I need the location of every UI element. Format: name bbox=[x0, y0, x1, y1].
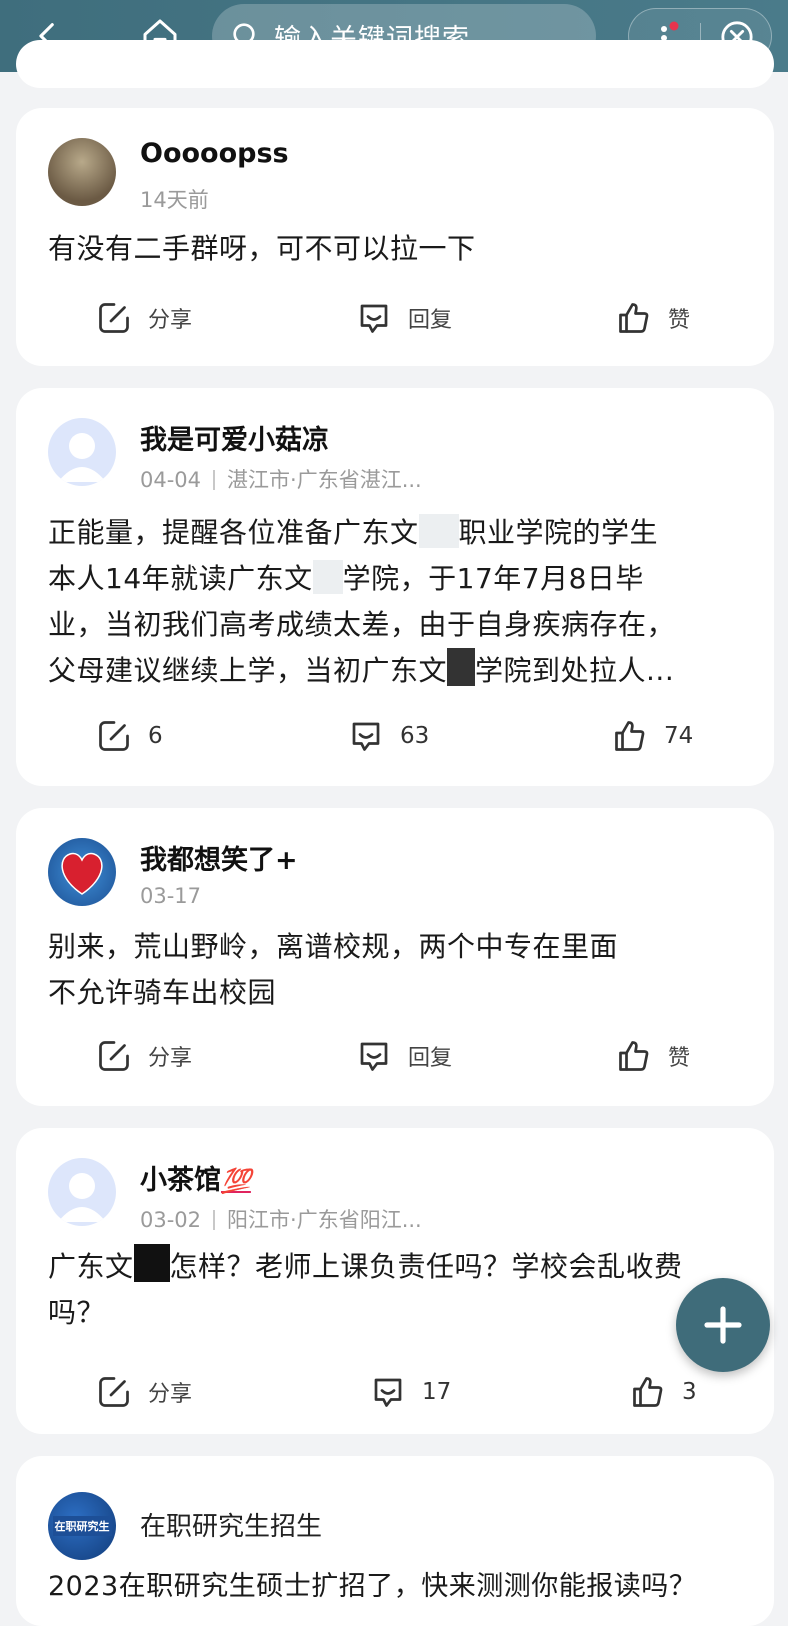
content-text: 父母建议继续上学，当初广东文 bbox=[48, 654, 448, 687]
share-button[interactable]: 6 bbox=[96, 718, 163, 754]
new-post-button[interactable] bbox=[676, 1278, 770, 1372]
like-button[interactable]: 赞 bbox=[616, 1038, 690, 1074]
post-location: 阳江市·广东省阳江... bbox=[227, 1208, 422, 1232]
share-button[interactable]: 分享 bbox=[96, 1038, 192, 1074]
username-text: 小茶馆 bbox=[140, 1165, 221, 1196]
reply-label: 回复 bbox=[408, 308, 453, 333]
default-avatar-icon bbox=[58, 1173, 106, 1222]
post-meta: 04-04 湛江市·广东省湛江... bbox=[140, 464, 422, 494]
blurred-text bbox=[312, 560, 343, 594]
reply-label: 回复 bbox=[408, 1046, 453, 1071]
blurred-text bbox=[418, 514, 459, 548]
like-count: 3 bbox=[682, 1379, 697, 1405]
content-text: 怎样？老师上课负责任吗？学校会乱收费 bbox=[169, 1250, 683, 1283]
reply-button[interactable]: 回复 bbox=[356, 300, 452, 336]
post-time: 03-02 bbox=[140, 1208, 202, 1232]
post-card[interactable]: 小茶馆💯 03-02 阳江市·广东省阳江... 广东文 怎样？老师上课负责任吗？学校… bbox=[16, 1128, 774, 1434]
plus-icon bbox=[704, 1306, 742, 1344]
like-button[interactable]: 3 bbox=[630, 1374, 697, 1410]
avatar[interactable] bbox=[48, 838, 116, 906]
username[interactable]: 小茶馆💯 bbox=[140, 1158, 251, 1197]
content-text: 不允许骑车出校园 bbox=[48, 976, 277, 1009]
content-text: 吗？ bbox=[48, 1296, 106, 1329]
content-text: 本人14年就读广东文 bbox=[48, 562, 313, 595]
reply-button[interactable]: 回复 bbox=[356, 1038, 452, 1074]
content-text: 别来，荒山野岭，离谱校规，两个中专在里面 bbox=[48, 930, 619, 963]
like-button[interactable]: 74 bbox=[612, 718, 693, 754]
username[interactable]: 我是可爱小菇凉 bbox=[140, 418, 329, 457]
reply-button[interactable]: 63 bbox=[348, 718, 429, 754]
reply-count: 17 bbox=[422, 1379, 452, 1405]
thumbs-up-icon bbox=[619, 303, 649, 333]
content-text: 学院到处拉人... bbox=[475, 654, 675, 687]
share-label: 分享 bbox=[148, 1046, 193, 1071]
post-content[interactable]: 别来，荒山野岭，离谱校规，两个中专在里面 不允许骑车出校园 bbox=[48, 924, 734, 1016]
post-meta: 03-02 阳江市·广东省阳江... bbox=[140, 1204, 422, 1234]
post-time: 04-04 bbox=[140, 468, 202, 492]
content-text: 广东文 bbox=[48, 1250, 134, 1283]
ad-content[interactable]: 2023在职研究生硕士扩招了，快来测测你能报读吗？ bbox=[48, 1564, 734, 1610]
post-content[interactable]: 广东文 怎样？老师上课负责任吗？学校会乱收费 吗？ bbox=[48, 1244, 734, 1336]
comment-icon bbox=[374, 1378, 402, 1407]
share-button[interactable]: 分享 bbox=[96, 300, 192, 336]
redacted-text bbox=[447, 648, 476, 686]
default-avatar-icon bbox=[58, 433, 106, 482]
username[interactable]: 我都想笑了+ bbox=[140, 838, 298, 877]
ad-title[interactable]: 在职研究生招生 bbox=[140, 1506, 322, 1543]
ad-logo-text: 在职研究生 bbox=[52, 1516, 112, 1536]
meta-separator bbox=[213, 470, 216, 490]
ad-card[interactable]: 在职研究生 在职研究生招生 2023在职研究生硕士扩招了，快来测测你能报读吗？ bbox=[16, 1456, 774, 1626]
post-card[interactable]: 我都想笑了+ 03-17 别来，荒山野岭，离谱校规，两个中专在里面 不允许骑车出… bbox=[16, 808, 774, 1106]
thumbs-up-icon bbox=[619, 1041, 649, 1071]
post-location: 湛江市·广东省湛江... bbox=[227, 468, 422, 492]
share-label: 分享 bbox=[148, 1382, 193, 1407]
avatar[interactable] bbox=[48, 418, 116, 486]
like-label: 赞 bbox=[668, 308, 691, 333]
avatar[interactable] bbox=[48, 1158, 116, 1226]
redacted-text bbox=[133, 1244, 170, 1282]
hundred-points-icon: 💯 bbox=[221, 1167, 251, 1195]
share-count: 6 bbox=[148, 723, 163, 749]
ad-logo[interactable]: 在职研究生 bbox=[48, 1492, 116, 1560]
comment-icon bbox=[352, 722, 380, 751]
like-label: 赞 bbox=[668, 1046, 691, 1071]
username[interactable]: Ooooopss bbox=[140, 138, 289, 169]
reply-button[interactable]: 17 bbox=[370, 1374, 451, 1410]
post-card[interactable]: Ooooopss 14天前 有没有二手群呀，可不可以拉一下 分享 回复 赞 bbox=[16, 108, 774, 366]
content-text: 职业学院的学生 bbox=[458, 516, 659, 549]
content-text: 业，当初我们高考成绩太差，由于自身疾病存在， bbox=[48, 608, 676, 641]
share-icon bbox=[99, 721, 129, 751]
meta-separator bbox=[213, 1210, 216, 1230]
heart-avatar-icon bbox=[61, 852, 103, 895]
comment-icon bbox=[360, 1042, 388, 1071]
like-button[interactable]: 赞 bbox=[616, 300, 690, 336]
comment-icon bbox=[360, 304, 388, 333]
thumbs-up-icon bbox=[615, 721, 645, 751]
content-text: 学院，于17年7月8日毕 bbox=[342, 562, 644, 595]
previous-card-edge bbox=[16, 40, 774, 88]
share-icon bbox=[99, 303, 129, 333]
share-button[interactable]: 分享 bbox=[96, 1374, 192, 1410]
post-content[interactable]: 有没有二手群呀，可不可以拉一下 bbox=[48, 226, 734, 272]
post-time: 03-17 bbox=[140, 884, 202, 908]
post-card[interactable]: 我是可爱小菇凉 04-04 湛江市·广东省湛江... 正能量，提醒各位准备广东文 职… bbox=[16, 388, 774, 786]
avatar[interactable] bbox=[48, 138, 116, 206]
thumbs-up-icon bbox=[633, 1377, 663, 1407]
share-icon bbox=[99, 1377, 129, 1407]
post-time: 14天前 bbox=[140, 188, 209, 212]
post-content[interactable]: 正能量，提醒各位准备广东文 职业学院的学生 本人14年就读广东文 学院，于17年7月… bbox=[48, 510, 734, 694]
like-count: 74 bbox=[664, 723, 694, 749]
share-icon bbox=[99, 1041, 129, 1071]
reply-count: 63 bbox=[400, 723, 430, 749]
share-label: 分享 bbox=[148, 308, 193, 333]
content-text: 正能量，提醒各位准备广东文 bbox=[48, 516, 419, 549]
